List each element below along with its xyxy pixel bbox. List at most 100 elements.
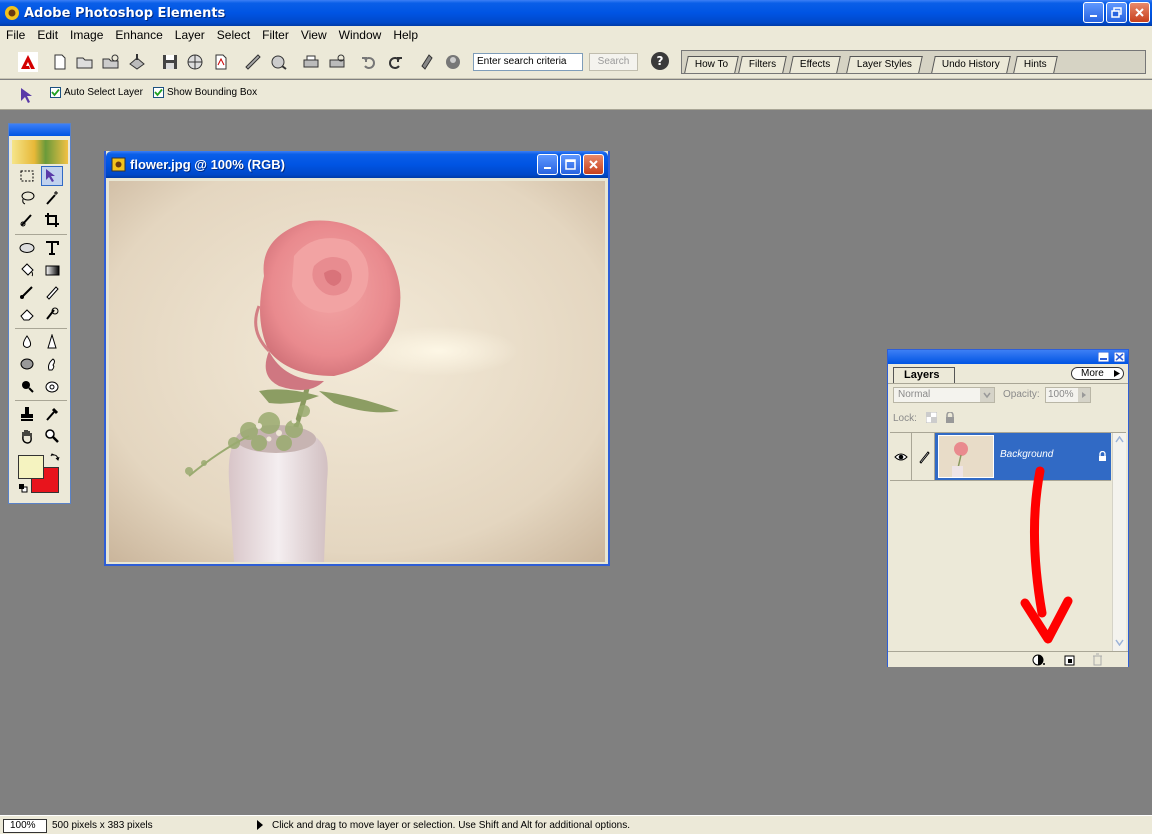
menu-window[interactable]: Window (333, 26, 388, 44)
doc-close-button[interactable] (583, 154, 604, 175)
import-icon[interactable] (127, 52, 147, 72)
print-icon[interactable] (301, 52, 321, 72)
undo-icon[interactable] (359, 52, 379, 72)
help-icon[interactable]: ? (651, 52, 669, 70)
eyedropper-tool[interactable] (41, 404, 63, 424)
menu-view[interactable]: View (295, 26, 333, 44)
document-title: flower.jpg @ 100% (RGB) (130, 157, 285, 172)
tab-filters[interactable]: Filters (738, 56, 788, 73)
tab-how-to[interactable]: How To (684, 56, 739, 73)
app-titlebar[interactable]: Adobe Photoshop Elements (0, 0, 1152, 26)
zoom-tool[interactable] (41, 426, 63, 446)
doc-minimize-button[interactable] (537, 154, 558, 175)
menu-image[interactable]: Image (64, 26, 109, 44)
crop-tool[interactable] (41, 210, 63, 230)
document-titlebar[interactable]: flower.jpg @ 100% (RGB) (106, 151, 608, 178)
hand-icon (22, 430, 32, 444)
layer-link-toggle[interactable] (913, 433, 935, 480)
quick-fix-icon[interactable] (417, 52, 437, 72)
pdf-icon[interactable] (211, 52, 231, 72)
layer-lock-icon (1099, 451, 1106, 461)
image-canvas[interactable] (109, 181, 605, 562)
close-button[interactable] (1129, 2, 1150, 23)
sunflower-logo-icon[interactable] (12, 140, 68, 164)
pencil-tool[interactable] (41, 282, 63, 302)
eraser-tool[interactable] (16, 304, 38, 324)
lock-icon[interactable] (945, 412, 955, 423)
brush-tool[interactable] (16, 282, 38, 302)
selection-brush-tool[interactable] (16, 210, 38, 230)
gradient-tool[interactable] (41, 260, 63, 280)
smudge-tool[interactable] (41, 354, 63, 374)
save-for-web-icon[interactable] (185, 52, 205, 72)
redo-icon[interactable] (385, 52, 405, 72)
blur-tool[interactable] (16, 332, 38, 352)
menu-help[interactable]: Help (387, 26, 424, 44)
default-colors-icon[interactable] (18, 483, 28, 493)
new-file-icon[interactable] (50, 52, 70, 72)
save-icon[interactable] (160, 52, 180, 72)
show-bounding-box-checkbox[interactable]: Show Bounding Box (153, 87, 257, 98)
toolbox-titlebar[interactable] (9, 124, 70, 136)
tab-effects[interactable]: Effects (789, 56, 842, 73)
print-preview-icon[interactable] (327, 52, 347, 72)
menu-layer[interactable]: Layer (169, 26, 211, 44)
scroll-up-icon[interactable] (1115, 436, 1124, 443)
marquee-tool[interactable] (16, 166, 38, 186)
foreground-color-swatch[interactable] (18, 455, 44, 479)
menu-edit[interactable]: Edit (31, 26, 64, 44)
palette-close-icon[interactable] (1114, 352, 1125, 362)
trash-icon[interactable] (1092, 653, 1103, 666)
shape-tool[interactable] (16, 238, 38, 258)
browse-icon[interactable] (101, 52, 121, 72)
clone-stamp-icon (21, 407, 33, 421)
clone-stamp-tool[interactable] (16, 404, 38, 424)
minimize-button[interactable] (1083, 2, 1104, 23)
burn-tool[interactable] (16, 376, 38, 396)
sponge-tool[interactable] (16, 354, 38, 374)
sharpen-tool[interactable] (41, 332, 63, 352)
scroll-down-icon[interactable] (1115, 639, 1124, 646)
adobe-logo-icon[interactable] (18, 52, 38, 72)
tab-layer-styles[interactable]: Layer Styles (846, 56, 923, 73)
menu-filter[interactable]: Filter (256, 26, 295, 44)
burn-icon (22, 381, 34, 393)
layer-visibility-toggle[interactable] (890, 433, 912, 480)
palette-minimize-icon[interactable] (1098, 352, 1109, 362)
doc-maximize-button[interactable] (560, 154, 581, 175)
tab-hints[interactable]: Hints (1013, 56, 1058, 73)
search-input[interactable]: Enter search criteria (473, 53, 583, 71)
search-button[interactable]: Search (589, 53, 638, 71)
hand-tool[interactable] (16, 426, 38, 446)
blend-mode-select[interactable]: Normal (893, 387, 995, 403)
open-folder-icon[interactable] (75, 52, 95, 72)
layers-palette-titlebar[interactable] (888, 350, 1128, 364)
move-tool[interactable] (41, 166, 63, 186)
new-layer-icon[interactable] (1064, 654, 1076, 666)
swap-colors-icon[interactable] (50, 452, 60, 462)
magic-wand-tool[interactable] (41, 188, 63, 208)
menu-enhance[interactable]: Enhance (109, 26, 168, 44)
type-tool[interactable] (41, 238, 63, 258)
auto-select-layer-checkbox[interactable]: Auto Select Layer (50, 87, 143, 98)
color-variations-icon[interactable] (443, 52, 463, 72)
paint-bucket-tool[interactable] (16, 260, 38, 280)
status-menu-arrow-icon[interactable] (257, 820, 263, 830)
adjustment-layer-icon[interactable] (1032, 654, 1046, 666)
app-sunflower-icon (5, 6, 19, 20)
opacity-field[interactable]: 100% (1045, 387, 1091, 403)
layers-scrollbar[interactable] (1112, 433, 1126, 651)
lasso-tool[interactable] (16, 188, 38, 208)
more-button[interactable]: More (1071, 367, 1124, 380)
dodge-tool[interactable] (41, 376, 63, 396)
menu-select[interactable]: Select (211, 26, 256, 44)
red-eye-tool[interactable] (41, 304, 63, 324)
lock-transparent-icon[interactable] (926, 412, 937, 423)
email-attach-icon[interactable] (243, 52, 263, 72)
layers-tab[interactable]: Layers (893, 367, 955, 383)
tab-undo-history[interactable]: Undo History (931, 56, 1011, 73)
restore-button[interactable] (1106, 2, 1127, 23)
menu-file[interactable]: File (0, 26, 31, 44)
online-services-icon[interactable] (269, 52, 289, 72)
zoom-level-input[interactable]: 100% (3, 819, 47, 833)
